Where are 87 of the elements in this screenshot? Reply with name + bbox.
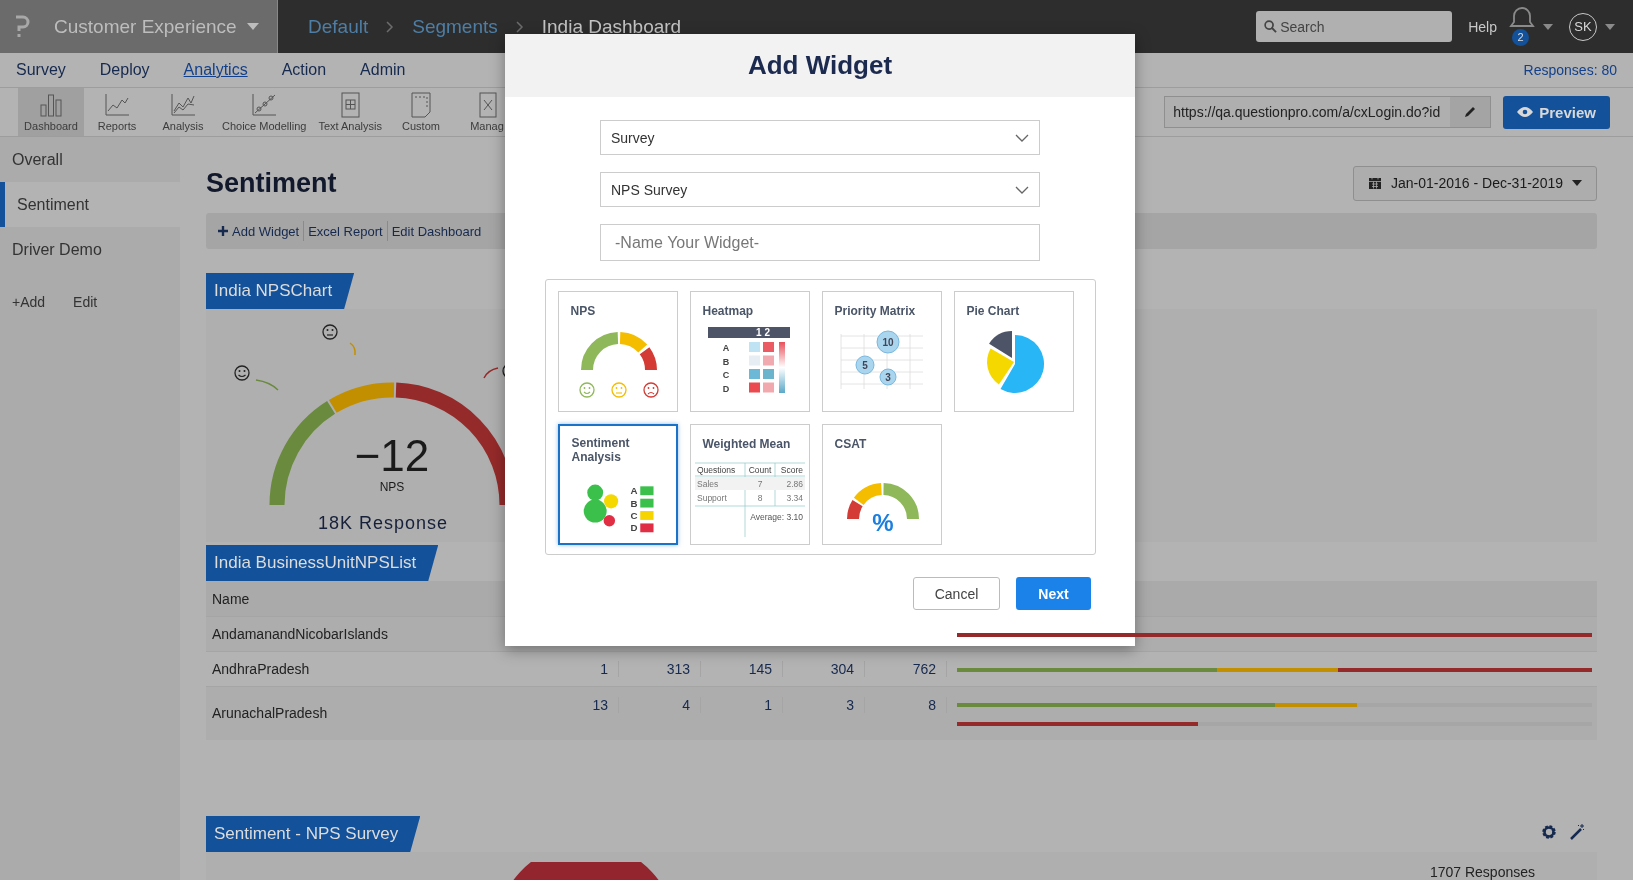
logo-icon bbox=[14, 14, 30, 39]
table-cell: 145 bbox=[701, 661, 783, 677]
table-cell: 8 bbox=[865, 697, 947, 713]
table-cell: 1 bbox=[701, 697, 783, 713]
search-field[interactable]: Search bbox=[1256, 11, 1453, 42]
table-cell-text: AndamanandNicobarIslands bbox=[211, 626, 389, 642]
pencil-icon[interactable] bbox=[1463, 105, 1478, 119]
url-field[interactable]: https://qa.questionpro.com/a/cxLogin.do?id bbox=[1164, 96, 1492, 128]
table-thumbnail-drawing: Questions Count Score Sales 7 2.86 Support 8 3.34 Average: 3.10 bbox=[694, 462, 805, 538]
cancel-button[interactable]: Cancel bbox=[913, 577, 1000, 610]
caret-icon[interactable] bbox=[1543, 23, 1553, 30]
heatmap-thumbnail-drawing: 1 2 A B C D bbox=[707, 327, 790, 394]
response-count: 1707 Responses bbox=[1429, 864, 1535, 880]
dropdown[interactable]: Survey bbox=[600, 120, 1040, 155]
table-cell: 762 bbox=[865, 661, 947, 677]
table-cell-text: ArunachalPradesh bbox=[211, 704, 329, 721]
line-chart-icon bbox=[102, 92, 132, 118]
settings-icon[interactable] bbox=[1541, 824, 1557, 840]
nav-tab[interactable]: Admin bbox=[360, 61, 406, 79]
responses-count: Responses: 80 bbox=[1523, 62, 1617, 78]
calendar-icon bbox=[1368, 176, 1382, 190]
gauge-thumbnail-drawing: % bbox=[846, 483, 919, 536]
caret-icon bbox=[1572, 180, 1582, 186]
caret-icon bbox=[246, 22, 259, 31]
widget-type-card[interactable]: Weighted Mean Questions Count Score Sales 7 2.86 Support 8 3.34 Average: 3.10 bbox=[689, 424, 810, 545]
table-cell: 4 bbox=[619, 697, 701, 713]
bubble-legend-thumbnail-drawing: A B C D bbox=[583, 484, 653, 534]
table-cell: 313 bbox=[619, 661, 701, 677]
nav-tab[interactable]: Deploy bbox=[99, 61, 150, 79]
toolbar-button[interactable]: Text Analysis bbox=[312, 88, 388, 136]
notification-badge: 2 bbox=[1512, 28, 1529, 46]
widget-type-card[interactable]: CSAT % bbox=[821, 424, 942, 545]
bubble-matrix-thumbnail-drawing: 10 5 3 bbox=[840, 330, 923, 390]
dropdown[interactable]: NPS Survey bbox=[600, 172, 1040, 207]
toolbar-button[interactable]: Dashboard bbox=[18, 88, 84, 136]
widget-type-card[interactable]: Priority Matrix 10 5 3 bbox=[821, 291, 942, 412]
nav-tab[interactable]: Analytics bbox=[183, 61, 248, 79]
breadcrumb-link[interactable]: Default bbox=[308, 15, 369, 38]
chevron-down-icon bbox=[1015, 133, 1029, 142]
sidebar-item[interactable]: Overall bbox=[0, 137, 180, 182]
breadcrumb-current: India Dashboard bbox=[541, 15, 682, 38]
area-chart-icon bbox=[168, 92, 198, 118]
nps-label: NPS bbox=[379, 480, 405, 494]
widget-name-field[interactable]: -Name Your Widget- bbox=[600, 224, 1040, 261]
sidebar-action-link[interactable]: Edit bbox=[73, 294, 98, 310]
caret-icon[interactable] bbox=[1605, 23, 1615, 30]
nav-tab[interactable]: Survey bbox=[16, 61, 66, 79]
toolbar-button[interactable]: Analysis bbox=[150, 88, 216, 136]
plus-icon bbox=[218, 226, 228, 236]
table-cell: 13 bbox=[537, 697, 619, 713]
dialog-title: Add Widget bbox=[747, 50, 893, 81]
response-count: 18K Response bbox=[318, 513, 449, 533]
toolbar-button[interactable]: Custom bbox=[388, 88, 454, 136]
toolbar-button[interactable]: Choice Modelling bbox=[216, 88, 313, 136]
pie-chart-thumbnail-drawing bbox=[986, 331, 1044, 393]
widget-type-card[interactable]: Heatmap 1 2 A B C D bbox=[689, 291, 810, 412]
toolbar-button[interactable]: Reports bbox=[84, 88, 150, 136]
smiley-icon bbox=[234, 365, 250, 381]
chevron-icon bbox=[515, 20, 524, 33]
table-cell: 3 bbox=[783, 697, 865, 713]
toolbar-link[interactable]: Add Widget bbox=[218, 223, 300, 239]
widget-type-card[interactable]: Pie Chart bbox=[953, 291, 1074, 412]
widget-type-card[interactable]: NPS bbox=[557, 291, 678, 412]
nav-tab[interactable]: Action bbox=[281, 61, 327, 79]
breadcrumb-link[interactable]: Segments bbox=[412, 15, 498, 38]
help-link[interactable]: Help bbox=[1468, 18, 1497, 35]
toolbar-link[interactable]: Edit Dashboard bbox=[391, 223, 482, 239]
eye-icon bbox=[1517, 107, 1534, 117]
next-button[interactable]: Next bbox=[1016, 577, 1091, 610]
table-cell: 1 bbox=[537, 661, 619, 677]
preview-button[interactable]: Preview bbox=[1503, 95, 1610, 129]
toolbar-button[interactable]: Manag bbox=[454, 88, 520, 136]
sidebar-action-link[interactable]: +Add bbox=[12, 294, 46, 310]
magic-wand-icon[interactable] bbox=[1569, 824, 1585, 840]
date-range-picker[interactable]: Jan-01-2016 - Dec-31-2019 bbox=[1353, 165, 1597, 201]
bell-icon[interactable] bbox=[1509, 6, 1535, 29]
toolbar-link[interactable]: Excel Report bbox=[308, 223, 383, 239]
widget-type-card[interactable]: Sentiment Analysis A B C D bbox=[557, 424, 678, 545]
nps-score: −12 bbox=[354, 431, 430, 480]
neutral-face-icon bbox=[322, 324, 338, 340]
page-title: Sentiment bbox=[206, 167, 337, 199]
table-cell: 304 bbox=[783, 661, 865, 677]
chevron-icon bbox=[386, 20, 395, 33]
sidebar-item[interactable]: Sentiment bbox=[0, 182, 180, 227]
chevron-down-icon bbox=[1015, 185, 1029, 194]
sidebar-item[interactable]: Driver Demo bbox=[0, 227, 180, 272]
table-cell-text: AndhraPradesh bbox=[211, 661, 311, 677]
